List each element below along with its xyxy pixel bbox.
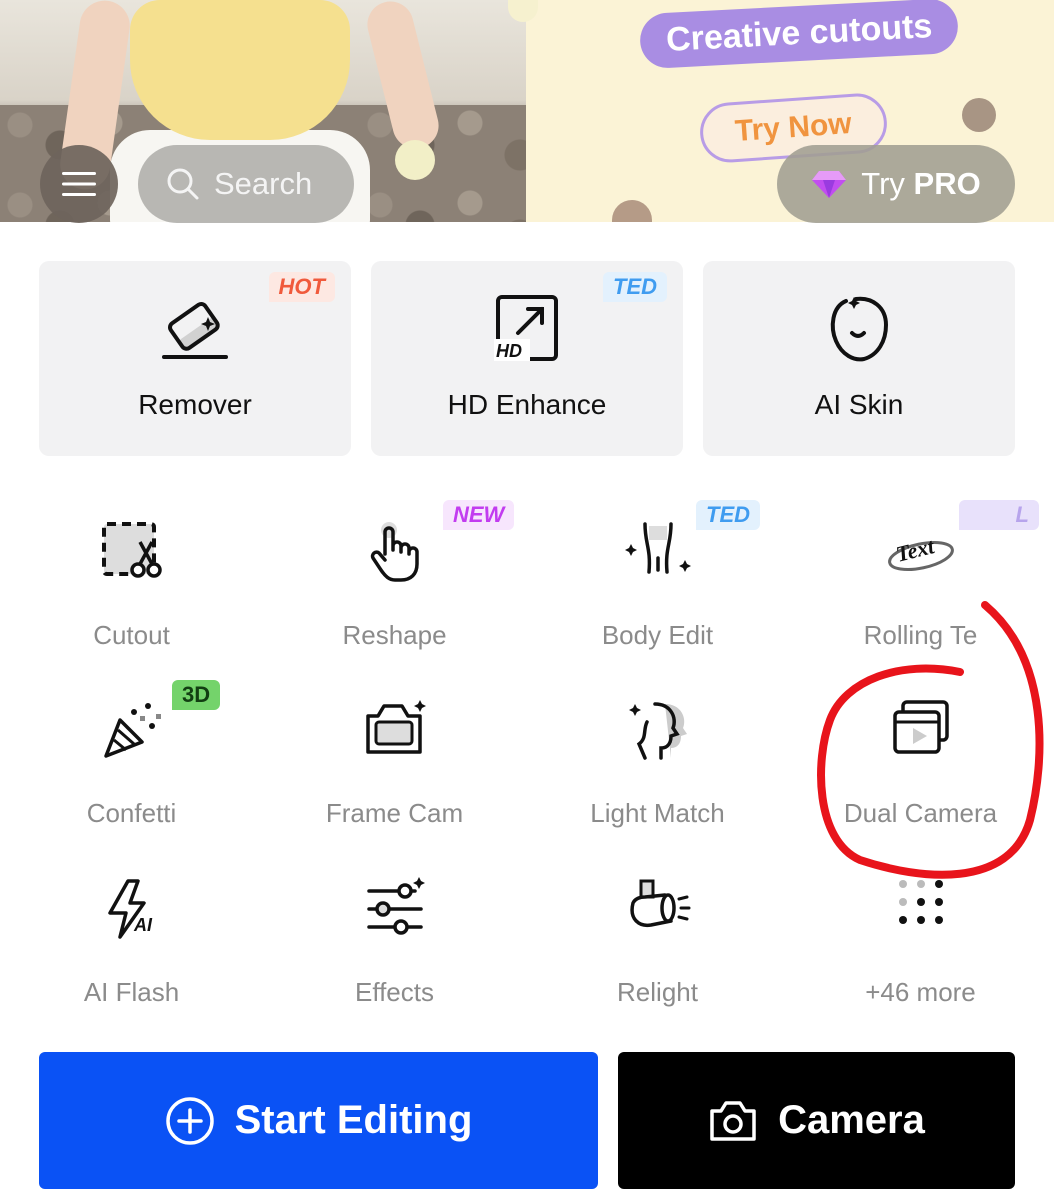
grid-item-label: Cutout xyxy=(93,620,170,650)
hd-enhance-icon: HD xyxy=(494,295,558,361)
search-icon xyxy=(167,168,199,200)
grid-item-dual-camera[interactable]: Dual Camera xyxy=(789,698,1052,848)
diamond-icon xyxy=(812,171,847,198)
grid-item-label: AI Flash xyxy=(83,977,180,1007)
grid-item-effects[interactable]: Effects xyxy=(263,877,526,1027)
grid-item-label: Body Edit xyxy=(601,620,714,650)
light-match-icon xyxy=(628,702,687,760)
hamburger-icon xyxy=(62,172,96,196)
dual-camera-icon xyxy=(892,700,949,754)
sliders-icon xyxy=(366,877,425,935)
3d-tag: 3D xyxy=(172,680,221,710)
grid-item-label: Frame Cam xyxy=(325,798,464,828)
grid-item-label: Reshape xyxy=(342,620,447,650)
try-pro-prefix: Try xyxy=(861,166,905,201)
search-bar[interactable]: Search xyxy=(138,145,354,223)
grid-item-relight[interactable]: Relight xyxy=(526,877,789,1027)
start-editing-button[interactable]: Start Editing xyxy=(39,1052,598,1189)
card-label: AI Skin xyxy=(814,389,904,420)
grid-item-reshape[interactable]: NEW Reshape xyxy=(263,500,526,670)
grid-item-label: Relight xyxy=(617,977,698,1007)
grid-item-frame-cam[interactable]: Frame Cam xyxy=(263,698,526,848)
dots-grid-icon xyxy=(898,880,943,924)
card-remover[interactable]: HOT Remover xyxy=(39,261,351,456)
menu-button[interactable] xyxy=(40,145,118,223)
grid-item-light-match[interactable]: Light Match xyxy=(526,698,789,848)
card-hd-enhance[interactable]: TED HD HD Enhance xyxy=(371,261,683,456)
svg-text:AI: AI xyxy=(133,915,153,935)
try-pro-bold: PRO xyxy=(913,166,981,201)
start-editing-label: Start Editing xyxy=(234,1098,473,1142)
ted-tag: TED xyxy=(696,500,760,530)
eraser-icon xyxy=(162,301,228,359)
hot-tag: HOT xyxy=(268,272,335,302)
ai-flash-icon: AI xyxy=(107,879,153,939)
grid-item-more[interactable]: +46 more xyxy=(789,877,1052,1027)
new-tag: NEW xyxy=(443,500,515,530)
grid-item-label: Rolling Te xyxy=(863,620,978,650)
camera-icon xyxy=(710,1100,756,1141)
camera-button[interactable]: Camera xyxy=(618,1052,1015,1189)
card-label: Remover xyxy=(138,389,252,420)
svg-text:Text: Text xyxy=(893,533,937,567)
camera-label: Camera xyxy=(778,1098,925,1142)
grid-item-label: Effects xyxy=(354,977,434,1007)
card-label: HD Enhance xyxy=(447,389,607,420)
rolling-text-icon: Text xyxy=(887,533,954,571)
grid-item-label: Light Match xyxy=(590,798,725,828)
card-ai-skin[interactable]: AI Skin xyxy=(703,261,1015,456)
ted-tag: TED xyxy=(603,272,667,302)
face-outline-icon xyxy=(830,296,889,362)
grid-item-label: +46 more xyxy=(865,977,976,1007)
search-placeholder: Search xyxy=(214,166,313,201)
grid-item-cutout[interactable]: Cutout xyxy=(0,520,263,670)
grid-item-ai-flash[interactable]: AI AI Flash xyxy=(0,877,263,1027)
grid-item-label: Confetti xyxy=(86,798,177,828)
hand-pointer-icon xyxy=(370,522,419,582)
frame-camera-icon xyxy=(365,700,426,754)
rolling-text-tag: L xyxy=(959,500,1039,530)
grid-item-rolling-text[interactable]: L Text Rolling Te xyxy=(789,500,1052,670)
grid-item-label: Dual Camera xyxy=(843,798,998,828)
party-popper-icon xyxy=(103,703,161,758)
grid-item-confetti[interactable]: 3D Confetti xyxy=(0,680,263,848)
grid-item-body-edit[interactable]: TED Body Edit xyxy=(526,500,789,670)
plus-circle-icon xyxy=(165,1096,214,1145)
svg-text:HD: HD xyxy=(496,341,522,361)
body-edit-icon xyxy=(624,522,691,574)
try-pro-button[interactable]: Try PRO xyxy=(777,145,1015,223)
cutout-scissors-icon xyxy=(101,522,162,578)
spotlight-icon xyxy=(629,879,690,928)
